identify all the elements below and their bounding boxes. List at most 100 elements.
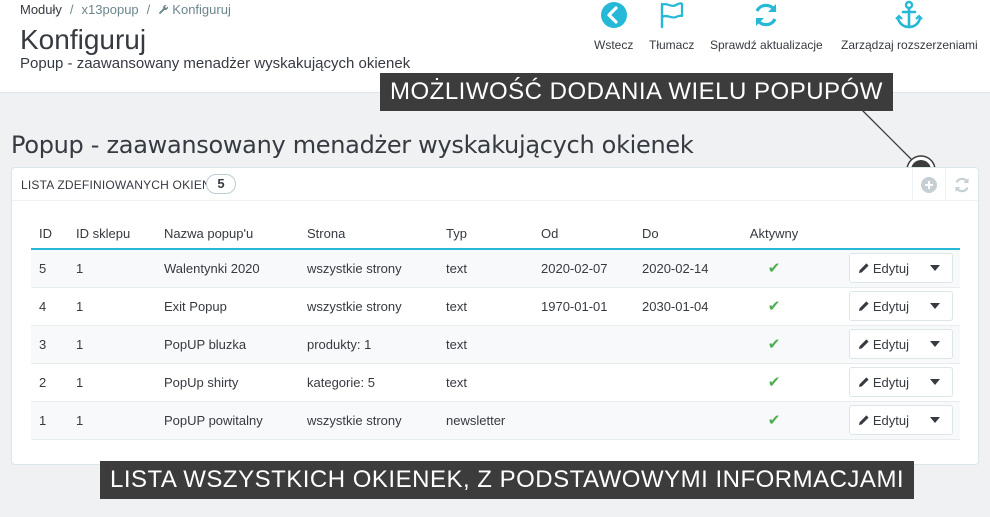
- more-actions-dropdown[interactable]: [918, 368, 952, 396]
- anchor-icon: [895, 0, 924, 29]
- flag-icon: [660, 2, 683, 29]
- cell-to: [634, 401, 735, 440]
- pencil-icon: [858, 377, 869, 387]
- cell-type: text: [438, 325, 533, 364]
- col-name[interactable]: Nazwa popup'u: [156, 218, 299, 250]
- cell-name: Walentynki 2020: [156, 249, 299, 288]
- manage-extensions-button[interactable]: Zarządzaj rozszerzeniami: [841, 0, 978, 52]
- col-shop-id[interactable]: ID sklepu: [68, 218, 156, 250]
- refresh-list-button[interactable]: [945, 168, 978, 201]
- panel-header: Lista zdefiniowanych okienek 5: [12, 168, 978, 201]
- popup-table: ID ID sklepu Nazwa popup'u Strona Typ Od…: [31, 218, 960, 440]
- cell-type: text: [438, 363, 533, 402]
- cell-to: 2030-01-04: [634, 287, 735, 326]
- more-actions-dropdown[interactable]: [918, 292, 952, 320]
- edit-label: Edytuj: [872, 412, 909, 428]
- edit-button[interactable]: Edytuj: [850, 254, 918, 283]
- pencil-icon: [858, 301, 869, 311]
- table-row[interactable]: 3 1 PopUP bluzka produkty: 1 text ✔ Edyt…: [31, 325, 960, 364]
- caret-down-icon: [930, 341, 940, 347]
- col-from[interactable]: Od: [533, 218, 634, 250]
- cell-actions: Edytuj: [805, 249, 960, 288]
- cell-to: 2020-02-14: [634, 249, 735, 288]
- cell-active: ✔: [735, 325, 805, 364]
- table-row[interactable]: 2 1 PopUp shirty kategorie: 5 text ✔ Edy…: [31, 363, 960, 402]
- cell-id: 4: [31, 287, 68, 326]
- col-to[interactable]: Do: [634, 218, 735, 250]
- table-row[interactable]: 1 1 PopUP powitalny wszystkie strony new…: [31, 401, 960, 440]
- col-type[interactable]: Typ: [438, 218, 533, 250]
- cell-id: 1: [31, 401, 68, 440]
- cell-type: newsletter: [438, 401, 533, 440]
- caret-down-icon: [930, 265, 940, 272]
- check-icon[interactable]: ✔: [768, 298, 781, 315]
- pencil-icon: [858, 415, 869, 425]
- col-active[interactable]: Aktywny: [735, 218, 805, 250]
- edit-button[interactable]: Edytuj: [850, 406, 918, 434]
- cell-id: 2: [31, 363, 68, 402]
- arrow-left-circle-icon: [600, 2, 627, 28]
- breadcrumb: Moduły / x13popup / Konfiguruj: [20, 2, 231, 17]
- breadcrumb-modules[interactable]: Moduły: [20, 2, 62, 17]
- breadcrumb-separator: /: [146, 2, 151, 17]
- table-row[interactable]: 4 1 Exit Popup wszystkie strony text 197…: [31, 287, 960, 326]
- cell-id: 5: [31, 249, 68, 288]
- table-row[interactable]: 5 1 Walentynki 2020 wszystkie strony tex…: [31, 249, 960, 288]
- back-button[interactable]: Wstecz: [594, 0, 633, 52]
- check-updates-label: Sprawdź aktualizacje: [710, 38, 823, 52]
- col-page[interactable]: Strona: [299, 218, 438, 250]
- caret-down-icon: [930, 379, 940, 385]
- caret-down-icon: [930, 417, 940, 423]
- cell-actions: Edytuj: [805, 363, 960, 402]
- cell-from: [533, 363, 634, 402]
- translate-label: Tłumacz: [649, 38, 695, 52]
- callout-multiple-popups: MOŻLIWOŚĆ DODANIA WIELU POPUPÓW: [380, 73, 893, 111]
- translate-button[interactable]: Tłumacz: [649, 0, 694, 52]
- caret-down-icon: [930, 303, 940, 309]
- cell-type: text: [438, 287, 533, 326]
- edit-button[interactable]: Edytuj: [850, 368, 918, 396]
- more-actions-dropdown[interactable]: [918, 254, 952, 282]
- cell-active: ✔: [735, 249, 805, 288]
- refresh-icon: [755, 3, 777, 27]
- breadcrumb-module[interactable]: x13popup: [82, 2, 139, 17]
- page-subtitle: Popup - zaawansowany menadżer wyskakując…: [20, 55, 411, 72]
- more-actions-dropdown[interactable]: [918, 406, 952, 434]
- col-id[interactable]: ID: [31, 218, 68, 250]
- add-popup-button[interactable]: [912, 168, 945, 201]
- cell-name: PopUP powitalny: [156, 401, 299, 440]
- cell-name: PopUp shirty: [156, 363, 299, 402]
- cell-from: 1970-01-01: [533, 287, 634, 326]
- breadcrumb-current: Konfiguruj: [172, 2, 231, 17]
- section-title: Popup - zaawansowany menadżer wyskakując…: [11, 131, 694, 159]
- wrench-icon: [159, 4, 169, 14]
- edit-button[interactable]: Edytuj: [850, 330, 918, 358]
- cell-active: ✔: [735, 401, 805, 440]
- cell-shop-id: 1: [68, 325, 156, 364]
- more-actions-dropdown[interactable]: [918, 330, 952, 358]
- cell-active: ✔: [735, 287, 805, 326]
- pencil-icon: [858, 263, 869, 274]
- edit-button[interactable]: Edytuj: [850, 292, 918, 320]
- check-icon[interactable]: ✔: [768, 412, 781, 429]
- cell-page: wszystkie strony: [299, 249, 438, 288]
- check-updates-button[interactable]: Sprawdź aktualizacje: [710, 0, 823, 52]
- check-icon[interactable]: ✔: [768, 260, 781, 277]
- cell-type: text: [438, 249, 533, 288]
- cell-actions: Edytuj: [805, 287, 960, 326]
- callout-popup-list: LISTA WSZYSTKICH OKIENEK, Z PODSTAWOWYMI…: [100, 461, 915, 499]
- cell-shop-id: 1: [68, 363, 156, 402]
- pencil-icon: [858, 339, 869, 349]
- edit-label: Edytuj: [872, 374, 909, 390]
- panel-actions: [912, 168, 978, 201]
- check-icon[interactable]: ✔: [768, 336, 781, 353]
- cell-shop-id: 1: [68, 287, 156, 326]
- edit-label: Edytuj: [872, 336, 909, 352]
- cell-from: 2020-02-07: [533, 249, 634, 288]
- check-icon[interactable]: ✔: [768, 374, 781, 391]
- cell-name: Exit Popup: [156, 287, 299, 326]
- row-actions: Edytuj: [848, 405, 953, 435]
- breadcrumb-separator: /: [69, 2, 74, 17]
- cell-to: [634, 325, 735, 364]
- edit-label: Edytuj: [872, 298, 909, 314]
